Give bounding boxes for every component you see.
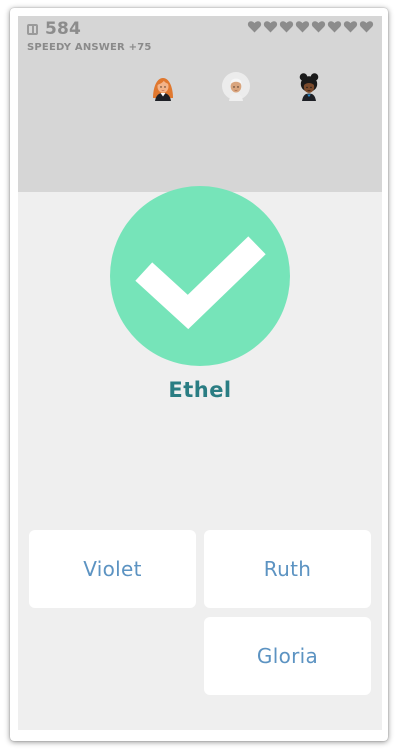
correct-answer-badge <box>110 186 290 366</box>
player-avatar-black-hair-buns-icon <box>299 73 319 101</box>
answer-option-ruth[interactable]: Ruth <box>204 530 371 608</box>
lives-hearts <box>247 19 374 34</box>
book-icon <box>27 23 38 35</box>
game-screen: 584 SPEEDY ANSWER +75 Ethel Violet Ruth … <box>18 16 382 730</box>
player-avatar-orange-hair-icon <box>153 78 173 101</box>
heart-icon <box>359 21 374 33</box>
heart-icon <box>327 21 342 33</box>
answer-option-violet[interactable]: Violet <box>29 530 196 608</box>
heart-icon <box>247 21 262 33</box>
score-value: 584 <box>45 19 82 39</box>
answer-option-gloria[interactable]: Gloria <box>204 617 371 695</box>
heart-icon <box>295 21 310 33</box>
heart-icon <box>263 21 278 33</box>
heart-icon <box>343 21 358 33</box>
heart-icon <box>279 21 294 33</box>
heart-icon <box>311 21 326 33</box>
players-panel: 584 SPEEDY ANSWER +75 <box>18 16 382 192</box>
score-display: 584 <box>27 19 81 39</box>
speedy-answer-bonus: SPEEDY ANSWER +75 <box>27 42 152 53</box>
player-avatar-white-hair-icon <box>222 72 250 101</box>
checkmark-icon <box>135 236 266 330</box>
correct-answer-name: Ethel <box>168 378 232 402</box>
